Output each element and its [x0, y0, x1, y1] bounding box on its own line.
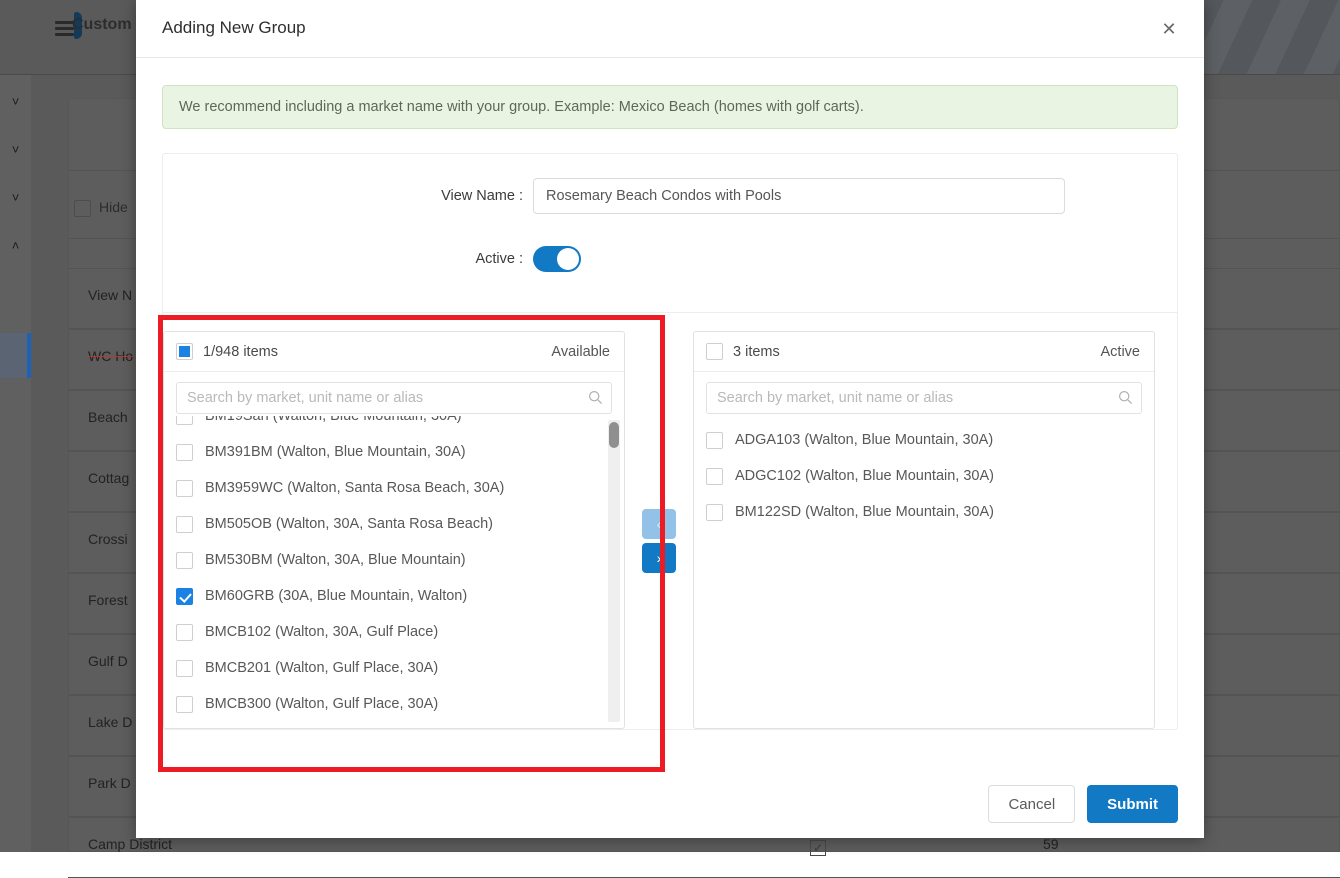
active-select-all-checkbox[interactable]	[706, 343, 723, 360]
close-icon[interactable]: ✕	[1156, 16, 1182, 42]
toggle-knob	[557, 248, 579, 270]
table-cell-name: View N	[88, 287, 132, 303]
table-cell-name: Park D	[88, 775, 131, 791]
active-count-label: 3 items	[733, 344, 780, 360]
available-search-input[interactable]	[176, 382, 612, 414]
group-form-card: View Name : Active : 1/948 ite	[162, 153, 1178, 730]
list-item-checkbox[interactable]	[176, 480, 193, 497]
list-item-checkbox[interactable]	[706, 432, 723, 449]
list-item-checkbox[interactable]	[176, 588, 193, 605]
active-row: Active :	[163, 246, 1177, 272]
list-item-label: BM122SD (Walton, Blue Mountain, 30A)	[735, 504, 994, 520]
active-side-label: Active	[1101, 344, 1141, 360]
list-item[interactable]: BM505OB (Walton, 30A, Santa Rosa Beach)	[176, 506, 612, 542]
available-panel-header: 1/948 items Available	[164, 332, 624, 372]
table-cell-name: Gulf D	[88, 653, 128, 669]
chevron-down-icon[interactable]: ˅	[0, 191, 31, 205]
list-item-checkbox[interactable]	[176, 444, 193, 461]
list-item-label: BMCB300 (Walton, Gulf Place, 30A)	[205, 696, 438, 712]
panel-title: Custom	[72, 16, 132, 34]
table-cell-name: WC Ho	[88, 348, 133, 364]
view-name-row: View Name :	[163, 178, 1177, 214]
available-side-label: Available	[551, 344, 610, 360]
table-cell-name: Lake D	[88, 714, 132, 730]
table-cell-name: Camp District	[88, 836, 172, 852]
list-item[interactable]: BMCB201 (Walton, Gulf Place, 30A)	[176, 650, 612, 686]
list-item-checkbox[interactable]	[176, 516, 193, 533]
active-toggle[interactable]	[533, 246, 581, 272]
list-item-checkbox[interactable]	[176, 696, 193, 713]
available-count-label: 1/948 items	[203, 344, 278, 360]
list-item[interactable]: BM122SD (Walton, Blue Mountain, 30A)	[706, 494, 1142, 530]
list-item-label: BM19San (Walton, Blue Mountain, 30A)	[205, 416, 462, 424]
table-cell-name: Cottag	[88, 470, 129, 486]
transfer-buttons: ‹ ›	[625, 331, 693, 573]
available-list[interactable]: BM19San (Walton, Blue Mountain, 30A) BM39…	[164, 416, 624, 728]
list-item-checkbox[interactable]	[176, 624, 193, 641]
table-cell-name: Crossi	[88, 531, 128, 547]
table-cell-name: Forest	[88, 592, 128, 608]
modal-title: Adding New Group	[162, 18, 306, 38]
modal-header: Adding New Group ✕	[136, 0, 1204, 58]
list-item-checkbox[interactable]	[706, 504, 723, 521]
table-cell-count: 59	[1043, 836, 1059, 852]
active-search-input[interactable]	[706, 382, 1142, 414]
list-item[interactable]: BM530BM (Walton, 30A, Blue Mountain)	[176, 542, 612, 578]
list-item-label: ADGC102 (Walton, Blue Mountain, 30A)	[735, 468, 994, 484]
cancel-button[interactable]: Cancel	[988, 785, 1075, 823]
active-search	[706, 382, 1142, 414]
list-item[interactable]: BMCB102 (Walton, 30A, Gulf Place)	[176, 614, 612, 650]
list-item[interactable]: BMCB300 (Walton, Gulf Place, 30A)	[176, 686, 612, 722]
list-item[interactable]: ADGA103 (Walton, Blue Mountain, 30A)	[706, 422, 1142, 458]
list-item-label: BM530BM (Walton, 30A, Blue Mountain)	[205, 552, 466, 568]
available-list-scrollbar[interactable]	[608, 420, 620, 722]
list-item-label: BM60GRB (30A, Blue Mountain, Walton)	[205, 588, 467, 604]
modal-body: We recommend including a market name wit…	[136, 58, 1204, 730]
list-item-checkbox[interactable]	[176, 416, 193, 425]
scrollbar-thumb[interactable]	[609, 422, 619, 448]
adding-new-group-modal: Adding New Group ✕ We recommend includin…	[136, 0, 1204, 838]
list-item[interactable]: BM19San (Walton, Blue Mountain, 30A)	[176, 416, 612, 434]
chevron-down-icon[interactable]: ˅	[0, 95, 31, 109]
chevron-down-icon[interactable]: ˅	[0, 143, 31, 157]
active-label: Active :	[163, 251, 533, 267]
active-list[interactable]: ADGA103 (Walton, Blue Mountain, 30A) ADGC…	[694, 416, 1154, 728]
list-item-label: BMCB201 (Walton, Gulf Place, 30A)	[205, 660, 438, 676]
list-item[interactable]: BM391BM (Walton, Blue Mountain, 30A)	[176, 434, 612, 470]
list-item-checkbox[interactable]	[176, 660, 193, 677]
chevron-up-icon[interactable]: ˄	[0, 239, 31, 253]
list-item[interactable]: BM60GRB (30A, Blue Mountain, Walton)	[176, 578, 612, 614]
active-panel: 3 items Active A	[693, 331, 1155, 729]
list-item-label: BM505OB (Walton, 30A, Santa Rosa Beach)	[205, 516, 493, 532]
view-name-label: View Name :	[163, 188, 533, 204]
modal-footer: Cancel Submit	[136, 770, 1204, 838]
list-item-label: ADGA103 (Walton, Blue Mountain, 30A)	[735, 432, 993, 448]
list-item[interactable]: ADGC102 (Walton, Blue Mountain, 30A)	[706, 458, 1142, 494]
move-right-button[interactable]: ›	[642, 543, 676, 573]
recommendation-alert: We recommend including a market name wit…	[162, 85, 1178, 129]
submit-button[interactable]: Submit	[1087, 785, 1178, 823]
available-panel: 1/948 items Available	[163, 331, 625, 729]
active-panel-header: 3 items Active	[694, 332, 1154, 372]
view-name-input[interactable]	[533, 178, 1065, 214]
list-item-label: BMCB102 (Walton, 30A, Gulf Place)	[205, 624, 438, 640]
available-search	[176, 382, 612, 414]
list-item-label: BM3959WC (Walton, Santa Rosa Beach, 30A)	[205, 480, 504, 496]
available-select-all-checkbox[interactable]	[176, 343, 193, 360]
sidebar-selected-item[interactable]	[0, 333, 31, 378]
app-sidebar: ˅ ˅ ˅ ˄	[0, 75, 31, 852]
table-cell-checkbox[interactable]: ✓	[810, 840, 826, 856]
table-cell-name: Beach	[88, 409, 128, 425]
list-item-checkbox[interactable]	[176, 552, 193, 569]
list-item-checkbox[interactable]	[706, 468, 723, 485]
list-item[interactable]: BM3959WC (Walton, Santa Rosa Beach, 30A)	[176, 470, 612, 506]
move-left-button[interactable]: ‹	[642, 509, 676, 539]
hide-label: Hide	[99, 199, 128, 215]
hide-checkbox[interactable]	[74, 200, 91, 217]
list-item-label: BM391BM (Walton, Blue Mountain, 30A)	[205, 444, 466, 460]
transfer-control: 1/948 items Available	[163, 312, 1177, 729]
